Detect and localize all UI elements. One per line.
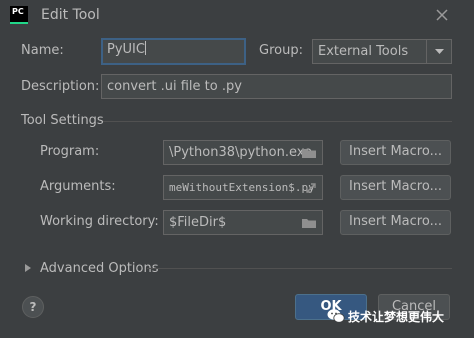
group-dropdown-button[interactable]: [426, 40, 451, 63]
text-cursor: [144, 41, 146, 55]
folder-icon: [302, 219, 316, 228]
close-icon: [436, 9, 448, 21]
expand-icon: [306, 183, 316, 193]
app-logo: PC: [10, 6, 28, 24]
advanced-divider: [147, 268, 452, 269]
watermark-text: 技术让梦想更伟大: [348, 310, 445, 324]
window-title: Edit Tool: [41, 7, 100, 23]
name-label: Name:: [21, 43, 64, 58]
program-value: \Python38\python.exe: [169, 145, 313, 160]
working-directory-label: Working directory:: [40, 214, 159, 229]
folder-icon: [302, 149, 316, 158]
group-value: External Tools: [318, 44, 409, 59]
group-label: Group:: [259, 43, 303, 58]
working-directory-browse-button[interactable]: [300, 215, 318, 231]
description-value: convert .ui file to .py: [107, 79, 242, 94]
working-directory-field[interactable]: $FileDir$: [163, 210, 323, 235]
arguments-expand-button[interactable]: [303, 180, 319, 196]
description-field[interactable]: convert .ui file to .py: [101, 74, 452, 99]
description-label: Description:: [21, 79, 100, 94]
program-browse-button[interactable]: [300, 145, 318, 161]
arguments-field[interactable]: meWithoutExtension$.py: [163, 175, 323, 200]
program-label: Program:: [40, 144, 100, 159]
name-field[interactable]: PyUIC: [101, 38, 246, 65]
arguments-value: meWithoutExtension$.py: [169, 181, 315, 194]
working-directory-value: $FileDir$: [169, 215, 227, 230]
advanced-options-toggle[interactable]: [22, 262, 34, 274]
advanced-options-label[interactable]: Advanced Options: [40, 261, 159, 277]
chevron-down-icon: [435, 49, 444, 54]
help-button[interactable]: ?: [22, 296, 44, 318]
arguments-label: Arguments:: [40, 179, 116, 194]
section-divider: [103, 121, 452, 122]
chevron-right-icon: [25, 264, 31, 272]
program-field[interactable]: \Python38\python.exe: [163, 140, 323, 165]
working-directory-insert-macro-button[interactable]: Insert Macro...: [340, 210, 451, 235]
program-insert-macro-button[interactable]: Insert Macro...: [340, 140, 451, 165]
wechat-icon: [326, 306, 346, 326]
tool-settings-heading: Tool Settings: [21, 113, 104, 128]
arguments-insert-macro-button[interactable]: Insert Macro...: [340, 175, 451, 200]
close-button[interactable]: [432, 5, 452, 25]
name-value: PyUIC: [107, 42, 145, 57]
